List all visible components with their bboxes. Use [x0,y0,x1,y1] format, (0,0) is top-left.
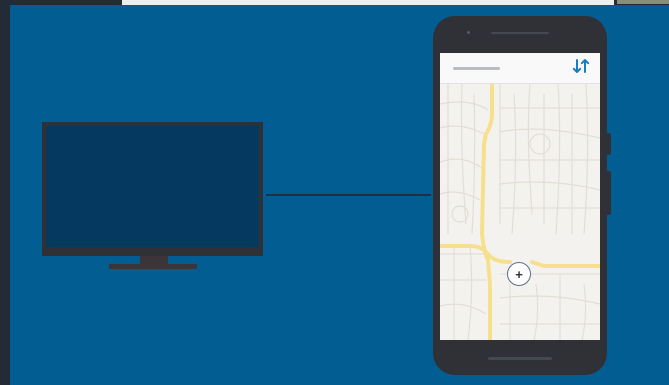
phone-side-button-top [607,133,611,155]
phone-side-button-bottom [607,171,611,215]
map-streets [440,82,600,340]
tv [42,122,263,256]
tv-stand-base [109,264,197,269]
title-placeholder [453,67,500,70]
app-bar [440,53,600,84]
phone-speaker [491,32,549,34]
phone: + [433,16,607,375]
locate-button[interactable]: + [507,262,531,286]
tv-screen [46,126,259,247]
map[interactable]: + [440,82,600,340]
illustration-scene: + [10,5,669,385]
swap-button[interactable] [570,57,592,79]
swap-vertical-arrows-icon [572,58,590,79]
phone-camera [467,31,470,34]
plus-icon: + [515,266,523,282]
phone-bottom-speaker [488,357,552,360]
connection-line [266,194,431,196]
top-right-thumbnail [617,0,669,4]
phone-screen: + [440,53,600,340]
